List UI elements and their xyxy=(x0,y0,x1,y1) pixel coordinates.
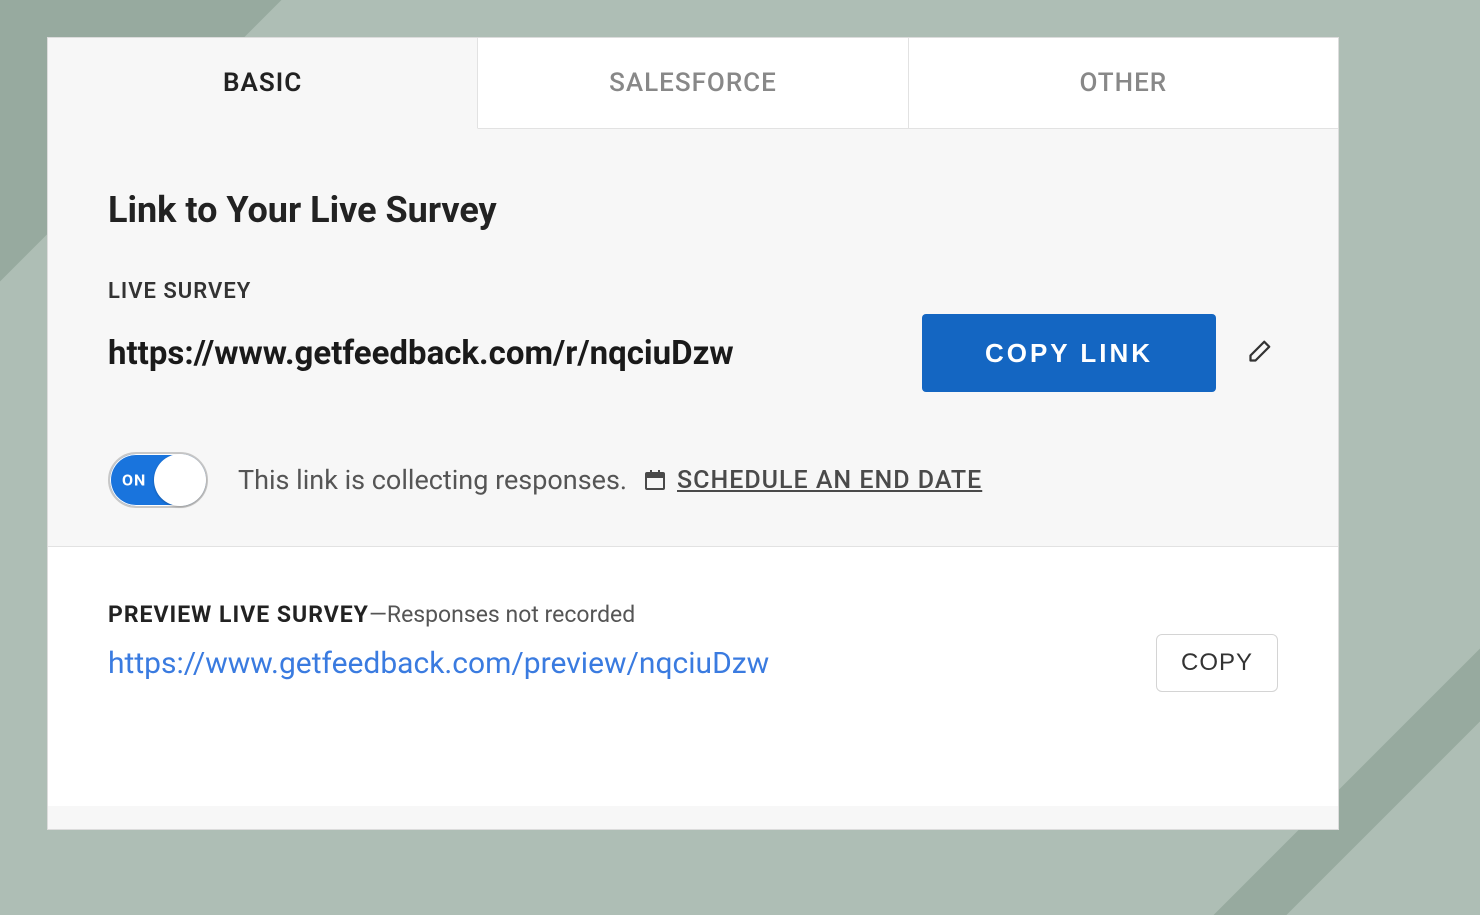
preview-label-rest: —Responses not recorded xyxy=(369,601,635,628)
copy-link-button[interactable]: COPY LINK xyxy=(922,314,1216,392)
preview-section: PREVIEW LIVE SURVEY—Responses not record… xyxy=(48,546,1338,806)
live-survey-url: https://www.getfeedback.com/r/nqciuDzw xyxy=(108,334,922,373)
preview-label-bold: PREVIEW LIVE SURVEY xyxy=(108,601,369,628)
toggle-state-label: ON xyxy=(122,471,146,490)
tab-label: SALESFORCE xyxy=(609,68,777,98)
tab-other[interactable]: OTHER xyxy=(909,38,1338,128)
preview-link-row: https://www.getfeedback.com/preview/nqci… xyxy=(108,634,1278,692)
live-survey-label: LIVE SURVEY xyxy=(108,279,1278,304)
calendar-icon xyxy=(643,468,667,492)
preview-label-row: PREVIEW LIVE SURVEY—Responses not record… xyxy=(108,601,1278,628)
tabs: BASIC SALESFORCE OTHER xyxy=(48,38,1338,129)
live-link-row: https://www.getfeedback.com/r/nqciuDzw C… xyxy=(108,314,1278,392)
tab-salesforce[interactable]: SALESFORCE xyxy=(478,38,908,128)
pencil-icon xyxy=(1243,338,1273,368)
preview-survey-url[interactable]: https://www.getfeedback.com/preview/nqci… xyxy=(108,646,1156,681)
collecting-text-row: This link is collecting responses. SCHED… xyxy=(238,464,982,496)
collecting-toggle[interactable]: ON xyxy=(108,452,208,508)
tab-basic[interactable]: BASIC xyxy=(48,38,478,129)
live-link-section: Link to Your Live Survey LIVE SURVEY htt… xyxy=(48,129,1338,546)
tab-label: OTHER xyxy=(1079,68,1167,98)
copy-preview-button[interactable]: COPY xyxy=(1156,634,1278,692)
edit-link-button[interactable] xyxy=(1238,333,1278,373)
tab-label: BASIC xyxy=(223,68,302,98)
toggle-knob xyxy=(154,454,206,506)
copy-link-button-label: COPY LINK xyxy=(985,338,1153,369)
collecting-row: ON This link is collecting responses. SC… xyxy=(108,452,1278,508)
copy-preview-button-label: COPY xyxy=(1181,649,1253,676)
collecting-status-text: This link is collecting responses. xyxy=(238,464,627,496)
section-heading: Link to Your Live Survey xyxy=(108,189,1278,231)
share-panel: BASIC SALESFORCE OTHER Link to Your Live… xyxy=(47,37,1339,830)
schedule-end-date-link[interactable]: SCHEDULE AN END DATE xyxy=(677,466,982,495)
